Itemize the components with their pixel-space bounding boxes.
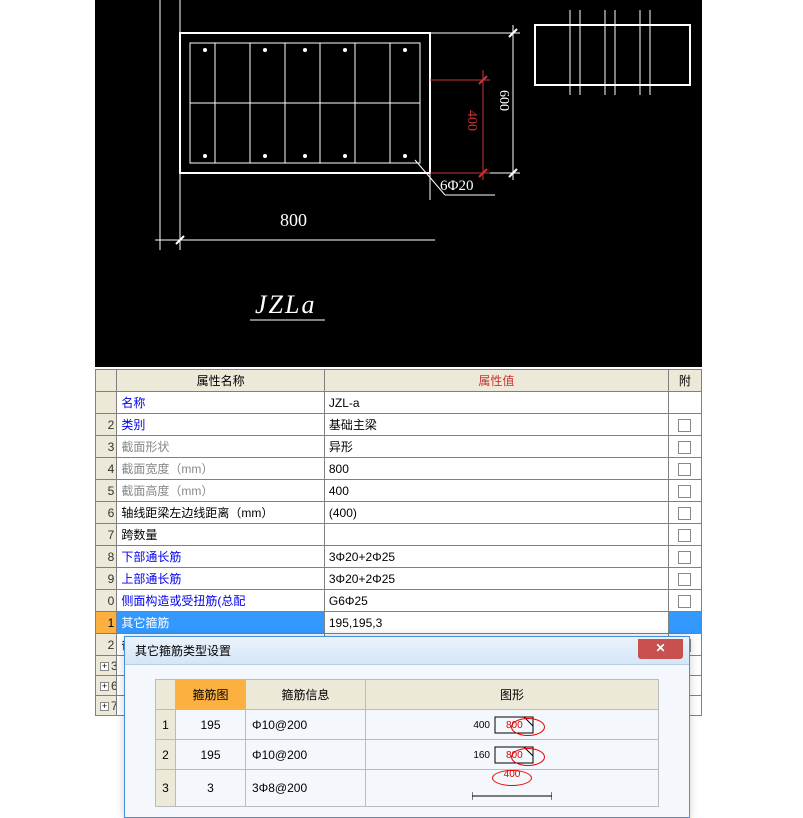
dim-600: 600 <box>495 90 511 111</box>
stirrup-shape-cell: 400800 <box>366 710 659 740</box>
property-value[interactable]: JZL-a <box>324 392 668 414</box>
dialog-close-button[interactable]: ✕ <box>638 639 683 659</box>
property-row[interactable]: 6轴线距梁左边线距离（mm）(400) <box>96 502 702 524</box>
property-value[interactable]: 195,195,3 <box>324 612 668 634</box>
dim-400: 400 <box>463 110 479 131</box>
property-attach[interactable] <box>668 546 701 568</box>
property-attach[interactable] <box>668 458 701 480</box>
stirrup-row[interactable]: 1195Φ10@200400800 <box>156 710 659 740</box>
rebar-6d20: 6Φ20 <box>440 178 473 195</box>
stirrup-table[interactable]: 箍筋图 箍筋信息 图形 1195Φ10@2004008002195Φ10@200… <box>155 679 659 807</box>
cad-drawing <box>95 0 702 367</box>
property-name: 其它箍筋 <box>117 612 325 634</box>
property-name: 下部通长筋 <box>117 546 325 568</box>
property-row[interactable]: 4截面宽度（mm）800 <box>96 458 702 480</box>
property-row[interactable]: 8下部通长筋3Φ20+2Φ25 <box>96 546 702 568</box>
stirrup-img-val[interactable]: 195 <box>176 740 246 770</box>
property-attach[interactable] <box>668 480 701 502</box>
property-value[interactable]: 3Φ20+2Φ25 <box>324 546 668 568</box>
property-value[interactable]: (400) <box>324 502 668 524</box>
property-name: 轴线距梁左边线距离（mm） <box>117 502 325 524</box>
property-name: 截面宽度（mm） <box>117 458 325 480</box>
stirrup-info-val[interactable]: Φ10@200 <box>246 710 366 740</box>
dialog-title-text: 其它箍筋类型设置 <box>135 644 231 658</box>
property-attach[interactable] <box>668 414 701 436</box>
header-stirrup-info[interactable]: 箍筋信息 <box>246 680 366 710</box>
beam-label: JZLa <box>255 290 316 320</box>
property-name: 截面形状 <box>117 436 325 458</box>
property-row[interactable]: 名称JZL-a <box>96 392 702 414</box>
property-value[interactable]: G6Φ25 <box>324 590 668 612</box>
property-row[interactable]: 3截面形状异形 <box>96 436 702 458</box>
property-attach[interactable] <box>668 568 701 590</box>
header-name: 属性名称 <box>117 370 325 392</box>
property-name: 侧面构造或受扭筋(总配 <box>117 590 325 612</box>
header-value: 属性值 <box>324 370 668 392</box>
property-name: 跨数量 <box>117 524 325 546</box>
property-row[interactable]: 9上部通长筋3Φ20+2Φ25 <box>96 568 702 590</box>
property-value[interactable]: 基础主梁 <box>324 414 668 436</box>
stirrup-row[interactable]: 333Φ8@200400 <box>156 770 659 807</box>
property-attach[interactable] <box>668 502 701 524</box>
property-name: 上部通长筋 <box>117 568 325 590</box>
property-attach[interactable] <box>668 436 701 458</box>
property-header-row: 属性名称 属性值 附 <box>96 370 702 392</box>
property-name: 类别 <box>117 414 325 436</box>
property-row[interactable]: 2类别基础主梁 <box>96 414 702 436</box>
header-attach: 附 <box>668 370 701 392</box>
property-value[interactable]: 3Φ20+2Φ25 <box>324 568 668 590</box>
stirrup-img-val[interactable]: 195 <box>176 710 246 740</box>
stirrup-type-dialog[interactable]: 其它箍筋类型设置 ✕ 箍筋图 箍筋信息 图形 1195Φ10@200400800… <box>124 636 690 818</box>
stirrup-row[interactable]: 2195Φ10@200160800 <box>156 740 659 770</box>
dialog-titlebar[interactable]: 其它箍筋类型设置 ✕ <box>125 637 689 665</box>
property-value[interactable]: 800 <box>324 458 668 480</box>
property-row[interactable]: 7跨数量 <box>96 524 702 546</box>
property-row[interactable]: 0侧面构造或受扭筋(总配G6Φ25 <box>96 590 702 612</box>
stirrup-shape-cell: 400 <box>366 770 659 807</box>
property-name: 名称 <box>117 392 325 414</box>
property-attach[interactable] <box>668 612 701 634</box>
property-value[interactable]: 400 <box>324 480 668 502</box>
stirrup-img-val[interactable]: 3 <box>176 770 246 807</box>
stirrup-shape-cell: 160800 <box>366 740 659 770</box>
header-stirrup-img[interactable]: 箍筋图 <box>176 680 246 710</box>
header-stirrup-shape[interactable]: 图形 <box>366 680 659 710</box>
property-attach[interactable] <box>668 392 701 414</box>
dim-800: 800 <box>280 210 307 231</box>
property-value[interactable] <box>324 524 668 546</box>
property-attach[interactable] <box>668 590 701 612</box>
property-value[interactable]: 异形 <box>324 436 668 458</box>
stirrup-info-val[interactable]: Φ10@200 <box>246 740 366 770</box>
cad-viewport[interactable]: 800 400 600 6Φ20 JZLa <box>95 0 702 367</box>
property-row[interactable]: 5截面高度（mm）400 <box>96 480 702 502</box>
stirrup-info-val[interactable]: 3Φ8@200 <box>246 770 366 807</box>
property-name: 截面高度（mm） <box>117 480 325 502</box>
property-attach[interactable] <box>668 524 701 546</box>
property-row[interactable]: 1其它箍筋195,195,3 <box>96 612 702 634</box>
